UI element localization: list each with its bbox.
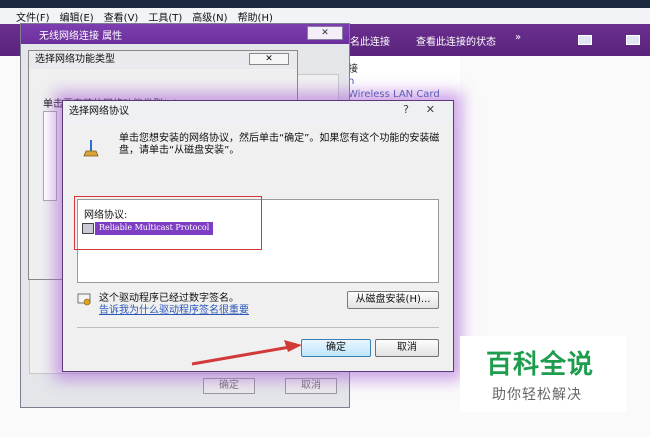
watermark-tagline: 助你轻松解决 (492, 387, 582, 403)
watermark-logo: 百科全说 (486, 350, 595, 380)
